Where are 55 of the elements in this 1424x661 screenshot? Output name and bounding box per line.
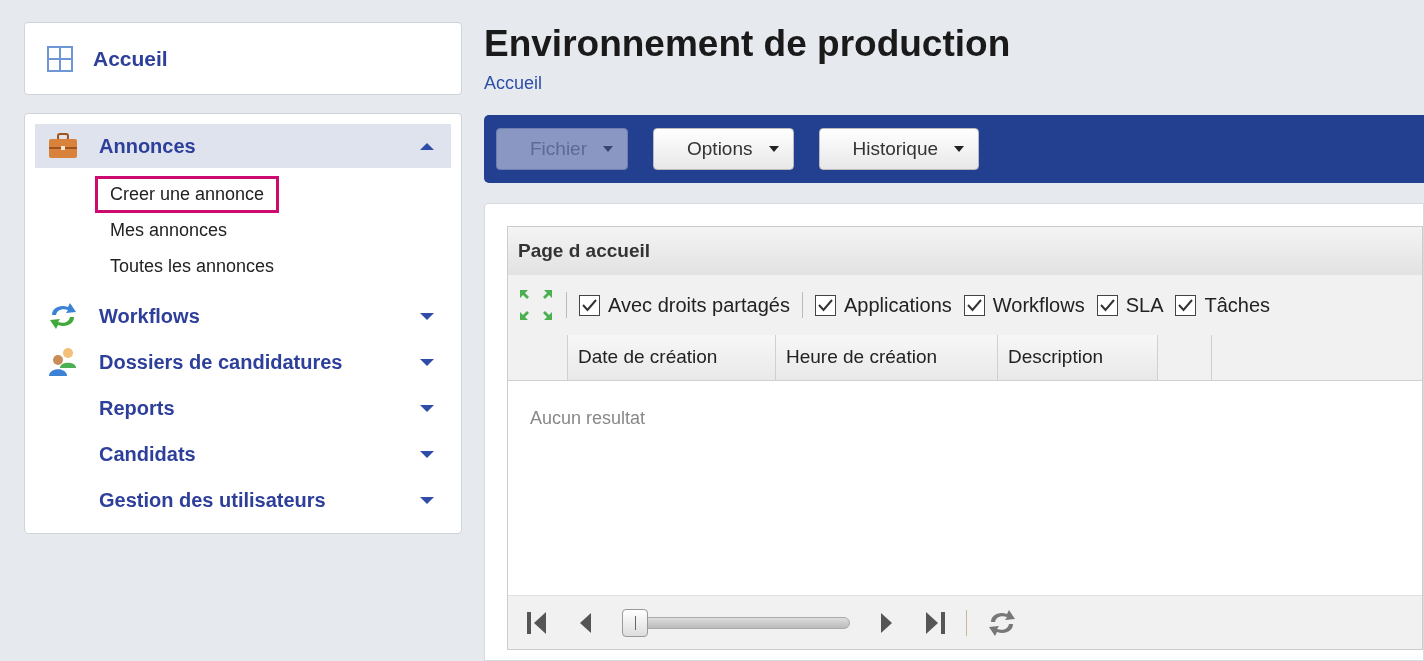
checkbox[interactable] [814,294,836,316]
page-title: Environnement de production [484,22,1012,66]
expand-caret-icon[interactable] [419,357,435,367]
caret-icon [768,146,779,152]
menu-section[interactable]: Workflows [35,294,451,338]
column-header[interactable]: Description [998,335,1158,380]
menu-section-label: Dossiers de candidatures [99,350,344,375]
checkbox-label: SLA [1125,293,1164,318]
submenu-item[interactable]: Toutes les annonces [95,247,290,285]
menu-section[interactable]: Reports [35,386,451,430]
breadcrumb-link[interactable]: Accueil [484,70,543,97]
slider-thumb[interactable] [622,608,648,637]
menu-button[interactable]: Historique [818,128,980,170]
menu-section-label: Reports [99,396,176,421]
menu-section-label: Gestion des utilisateurs [99,488,327,513]
menu-section-label: Candidats [99,442,197,467]
checkbox-label: Applications [843,293,952,318]
expand-caret-icon[interactable] [419,403,435,413]
refresh-icon[interactable] [987,608,1017,637]
submenu-item[interactable]: Creer une annonce [95,175,280,213]
users-icon [47,346,79,378]
menu-section[interactable]: Candidats [35,432,451,476]
expand-caret-icon[interactable] [419,495,435,505]
checkbox[interactable] [963,294,985,316]
column-header[interactable]: Date de création [568,335,776,380]
briefcase-icon [48,133,78,159]
caret-icon [603,146,613,152]
empty-message: Aucun resultat [530,408,646,428]
caret-icon [954,146,965,152]
menu-section[interactable]: Gestion des utilisateurs [35,478,451,522]
sync-arrows-icon [48,302,78,330]
expand-caret-icon[interactable] [419,449,435,459]
panel-title: Page d accueil [518,238,650,263]
checkbox[interactable] [579,294,600,316]
next-page-icon[interactable] [880,610,894,635]
menu-section-label: Annonces [99,134,197,159]
submenu-item[interactable]: Mes annonces [95,211,243,249]
last-page-icon[interactable] [924,610,946,635]
menu-section[interactable]: Dossiers de candidatures [35,340,451,384]
column-header[interactable]: Heure de création [776,335,998,380]
previous-page-icon[interactable] [578,610,592,635]
collapse-caret-icon[interactable] [419,141,435,151]
menu-section-label: Workflows [99,304,201,329]
checkbox[interactable] [1175,294,1197,316]
menu-button[interactable]: Options [653,128,794,170]
slider-track[interactable] [622,608,850,637]
first-page-icon[interactable] [526,610,548,635]
expand-caret-icon[interactable] [419,311,435,321]
menu-section[interactable]: Annonces [35,124,451,168]
checkbox-label: Avec droits partagés [608,293,790,318]
grid-icon [47,45,73,72]
checkbox[interactable] [1096,294,1118,316]
checkbox-label: Tâches [1204,293,1271,318]
checkbox-label: Workflows [992,293,1085,318]
home-link[interactable]: Accueil [93,42,168,75]
